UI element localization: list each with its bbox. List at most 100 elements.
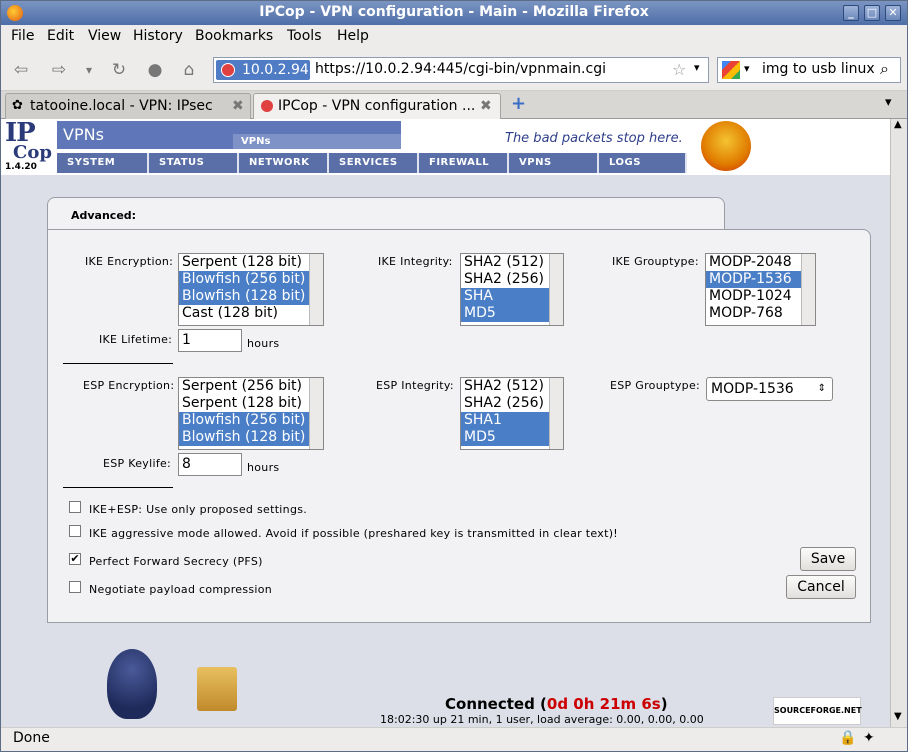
- connected-close: ): [660, 695, 668, 713]
- ike-grouptype-list[interactable]: MODP-2048 MODP-1536 MODP-1024 MODP-768: [705, 253, 816, 326]
- list-option[interactable]: SHA1: [461, 412, 563, 429]
- proposed-settings-checkbox[interactable]: [69, 501, 81, 513]
- mascot-icon: [701, 121, 751, 171]
- load-average: 18:02:30 up 21 min, 1 user, load average…: [380, 713, 704, 726]
- list-option[interactable]: SHA2 (256): [461, 395, 563, 412]
- page-scrollbar[interactable]: ▲ ▼: [890, 119, 907, 727]
- site-identity-button[interactable]: 10.0.2.94: [216, 60, 310, 80]
- address-bar[interactable]: 10.0.2.94 https://10.0.2.94:445/cgi-bin/…: [213, 57, 709, 83]
- compression-label: Negotiate payload compression: [89, 583, 273, 596]
- esp-keylife-label: ESP Keylife:: [103, 457, 172, 470]
- menu-file[interactable]: File: [11, 28, 34, 44]
- nav-status[interactable]: STATUS: [149, 153, 239, 173]
- list-option[interactable]: MODP-1024: [706, 288, 815, 305]
- history-dropdown-icon[interactable]: ▾: [77, 59, 101, 81]
- list-scrollbar[interactable]: [549, 254, 563, 325]
- list-option[interactable]: SHA2 (256): [461, 271, 563, 288]
- compression-checkbox[interactable]: [69, 581, 81, 593]
- list-scrollbar[interactable]: [309, 378, 323, 449]
- list-scrollbar[interactable]: [309, 254, 323, 325]
- window-title: IPCop - VPN configuration - Main - Mozil…: [259, 4, 649, 20]
- browser-window: IPCop - VPN configuration - Main - Mozil…: [0, 0, 908, 752]
- home-icon[interactable]: ⌂: [177, 59, 201, 81]
- menu-view[interactable]: View: [88, 28, 121, 44]
- search-icon[interactable]: ⌕: [880, 59, 889, 79]
- menu-history[interactable]: History: [133, 28, 183, 44]
- tab-ipcop[interactable]: IPCop - VPN configuration ... ✖: [253, 93, 501, 119]
- list-option[interactable]: MD5: [461, 305, 563, 322]
- tab-tatooine[interactable]: ✿ tatooine.local - VPN: IPsec ✖: [5, 93, 251, 119]
- ipcop-header: IP Cop 1.4.20 VPNs VPNs The bad packets …: [1, 119, 890, 175]
- nav-firewall[interactable]: FIREWALL: [419, 153, 509, 173]
- maximize-icon[interactable]: □: [864, 5, 880, 21]
- sourceforge-logo[interactable]: SOURCEFORGE.NET: [773, 697, 862, 725]
- list-option[interactable]: SHA: [461, 288, 563, 305]
- list-option[interactable]: MODP-2048: [706, 254, 815, 271]
- minimize-icon[interactable]: _: [843, 5, 859, 21]
- scroll-up-icon[interactable]: ▲: [894, 119, 902, 130]
- menu-help[interactable]: Help: [337, 28, 369, 44]
- list-option[interactable]: Serpent (128 bit): [179, 395, 323, 412]
- nav-logs[interactable]: LOGS: [599, 153, 687, 173]
- nav-services[interactable]: SERVICES: [329, 153, 419, 173]
- list-option[interactable]: MD5: [461, 429, 563, 446]
- subsection-tab: VPNs: [233, 134, 401, 149]
- list-scrollbar[interactable]: [549, 378, 563, 449]
- search-input[interactable]: img to usb linux: [762, 61, 875, 77]
- close-icon[interactable]: ✕: [885, 5, 901, 21]
- ike-lifetime-input[interactable]: 1: [178, 329, 242, 352]
- url-text: https://10.0.2.94:445/cgi-bin/vpnmain.cg…: [315, 61, 606, 77]
- esp-keylife-input[interactable]: 8: [178, 453, 242, 476]
- nav-network[interactable]: NETWORK: [239, 153, 329, 173]
- forward-icon[interactable]: ⇨: [47, 59, 71, 81]
- new-tab-icon[interactable]: +: [511, 93, 526, 114]
- pfs-checkbox[interactable]: ✔: [69, 553, 81, 565]
- search-engine-dropdown-icon[interactable]: ▾: [744, 62, 750, 75]
- list-option[interactable]: Blowfish (128 bit): [179, 288, 323, 305]
- addon-icon[interactable]: ✦: [863, 730, 875, 746]
- ike-encryption-list[interactable]: Serpent (128 bit) Blowfish (256 bit) Blo…: [178, 253, 324, 326]
- esp-grouptype-select[interactable]: MODP-1536 ⇕: [706, 377, 833, 401]
- back-icon[interactable]: ⇦: [9, 59, 33, 81]
- status-text: Done: [13, 730, 50, 746]
- esp-integrity-label: ESP Integrity:: [376, 379, 454, 392]
- search-bar[interactable]: ▾ img to usb linux ⌕: [717, 57, 901, 83]
- list-option[interactable]: SHA2 (512): [461, 378, 563, 395]
- list-option[interactable]: MODP-1536: [706, 271, 815, 288]
- bookmark-star-icon[interactable]: ☆: [672, 60, 686, 79]
- cancel-button[interactable]: Cancel: [786, 575, 856, 599]
- ipcop-version: 1.4.20: [5, 162, 37, 172]
- menu-edit[interactable]: Edit: [47, 28, 74, 44]
- list-option[interactable]: Blowfish (256 bit): [179, 412, 323, 429]
- list-scrollbar[interactable]: [801, 254, 815, 325]
- list-option[interactable]: Cast (128 bit): [179, 305, 323, 322]
- google-icon[interactable]: [722, 61, 740, 79]
- stop-icon[interactable]: ●: [143, 59, 167, 81]
- scroll-down-icon[interactable]: ▼: [894, 711, 902, 722]
- esp-integrity-list[interactable]: SHA2 (512) SHA2 (256) SHA1 MD5: [460, 377, 564, 450]
- list-option[interactable]: MODP-768: [706, 305, 815, 322]
- security-lock-icon[interactable]: 🔒: [839, 730, 856, 746]
- esp-grouptype-label: ESP Grouptype:: [610, 379, 701, 392]
- tab-close-icon[interactable]: ✖: [232, 94, 244, 118]
- list-option[interactable]: Serpent (256 bit): [179, 378, 323, 395]
- ipcop-tagline: The bad packets stop here.: [505, 131, 683, 146]
- proposed-settings-label: IKE+ESP: Use only proposed settings.: [89, 503, 308, 516]
- esp-encryption-list[interactable]: Serpent (256 bit) Serpent (128 bit) Blow…: [178, 377, 324, 450]
- ike-integrity-list[interactable]: SHA2 (512) SHA2 (256) SHA MD5: [460, 253, 564, 326]
- list-option[interactable]: Blowfish (256 bit): [179, 271, 323, 288]
- save-button[interactable]: Save: [800, 547, 856, 571]
- nav-vpns[interactable]: VPNS: [509, 153, 599, 173]
- tab-list-icon[interactable]: ▾: [885, 95, 892, 110]
- list-option[interactable]: SHA2 (512): [461, 254, 563, 271]
- tab-close-icon[interactable]: ✖: [480, 94, 492, 118]
- reload-icon[interactable]: ↻: [107, 59, 131, 81]
- list-option[interactable]: Blowfish (128 bit): [179, 429, 323, 446]
- list-option[interactable]: Serpent (128 bit): [179, 254, 323, 271]
- menu-bookmarks[interactable]: Bookmarks: [195, 28, 273, 44]
- menu-tools[interactable]: Tools: [287, 28, 322, 44]
- url-dropdown-icon[interactable]: ▾: [694, 61, 700, 74]
- ike-integrity-label: IKE Integrity:: [378, 255, 453, 268]
- aggressive-mode-checkbox[interactable]: [69, 525, 81, 537]
- nav-system[interactable]: SYSTEM: [57, 153, 149, 173]
